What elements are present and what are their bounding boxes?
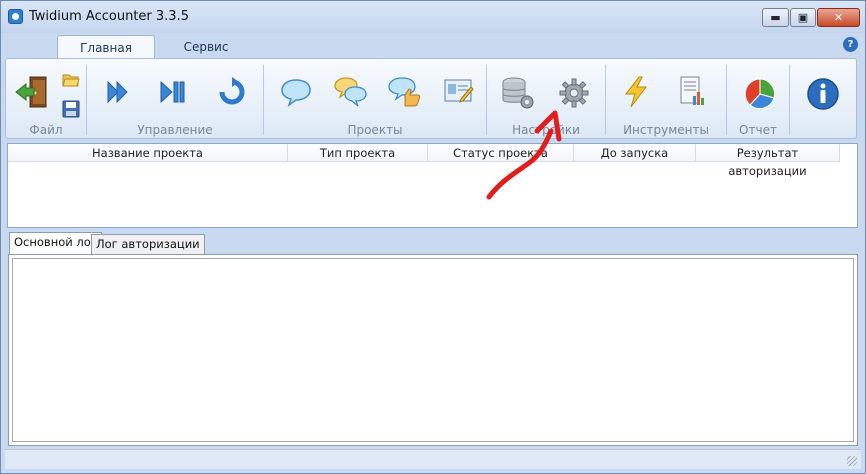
exit-door-icon[interactable]	[14, 74, 54, 110]
group-label-control: Управление	[137, 123, 213, 137]
chat-like-icon[interactable]	[388, 76, 422, 108]
ribbon-tabs: Главная Сервис	[1, 33, 865, 59]
save-disk-icon[interactable]	[62, 100, 80, 118]
group-label-settings: Настройки	[512, 123, 580, 137]
open-folder-icon[interactable]	[62, 72, 80, 88]
pie-chart-icon[interactable]	[743, 77, 777, 111]
column-project-name[interactable]: Название проекта	[8, 144, 288, 162]
group-label-report: Отчет	[739, 123, 777, 137]
close-button[interactable]: ✕	[817, 8, 860, 27]
resize-grip-icon[interactable]	[847, 456, 857, 466]
column-project-status[interactable]: Статус проекта	[428, 144, 574, 162]
ribbon: Файл Управление Проекты Настройки Инстру…	[5, 58, 857, 139]
log-pane	[8, 254, 858, 446]
status-bar	[5, 449, 861, 469]
group-info	[790, 59, 856, 138]
gear-icon[interactable]	[559, 78, 589, 108]
group-control: Управление	[87, 59, 263, 138]
help-icon[interactable]: ?	[843, 37, 858, 52]
column-time-to-start[interactable]: До запуска	[574, 144, 696, 162]
group-label-file: Файл	[29, 123, 63, 137]
info-icon[interactable]	[806, 77, 840, 111]
app-icon	[8, 9, 23, 24]
tab-auth-log[interactable]: Лог авторизации	[91, 234, 205, 254]
column-auth-result[interactable]: Результат авторизации	[696, 144, 840, 178]
group-tools: Инструменты	[606, 59, 726, 138]
lightning-icon[interactable]	[622, 76, 650, 108]
tab-main-log[interactable]: Основной лог	[9, 232, 102, 255]
log-text-area[interactable]	[12, 258, 854, 442]
group-label-tools: Инструменты	[623, 123, 709, 137]
maximize-button[interactable]: ▣	[790, 8, 816, 27]
chat-bubble-icon[interactable]	[280, 77, 312, 107]
window-title: Twidium Accounter 3.3.5	[29, 9, 189, 24]
group-projects: Проекты	[264, 59, 486, 138]
tab-main[interactable]: Главная	[57, 35, 155, 59]
tab-service[interactable]: Сервис	[171, 35, 241, 59]
group-report: Отчет	[727, 59, 789, 138]
app-window: Twidium Accounter 3.3.5 ▬ ▣ ✕ Главная Се…	[0, 0, 866, 474]
report-chart-icon[interactable]	[678, 76, 708, 108]
chat-bubbles-icon[interactable]	[334, 76, 368, 108]
refresh-icon[interactable]	[217, 77, 247, 107]
group-settings: Настройки	[487, 59, 605, 138]
play-pause-icon[interactable]	[159, 79, 187, 105]
group-file: Файл	[6, 59, 86, 138]
database-settings-icon[interactable]	[501, 76, 535, 110]
column-project-type[interactable]: Тип проекта	[288, 144, 428, 162]
profile-edit-icon[interactable]	[444, 77, 474, 105]
title-bar[interactable]: Twidium Accounter 3.3.5 ▬ ▣ ✕	[1, 1, 865, 33]
minimize-button[interactable]: ▬	[762, 8, 789, 27]
group-label-projects: Проекты	[347, 123, 403, 137]
project-list[interactable]: Название проекта Тип проекта Статус прое…	[7, 143, 858, 228]
start-icon[interactable]	[105, 79, 131, 105]
